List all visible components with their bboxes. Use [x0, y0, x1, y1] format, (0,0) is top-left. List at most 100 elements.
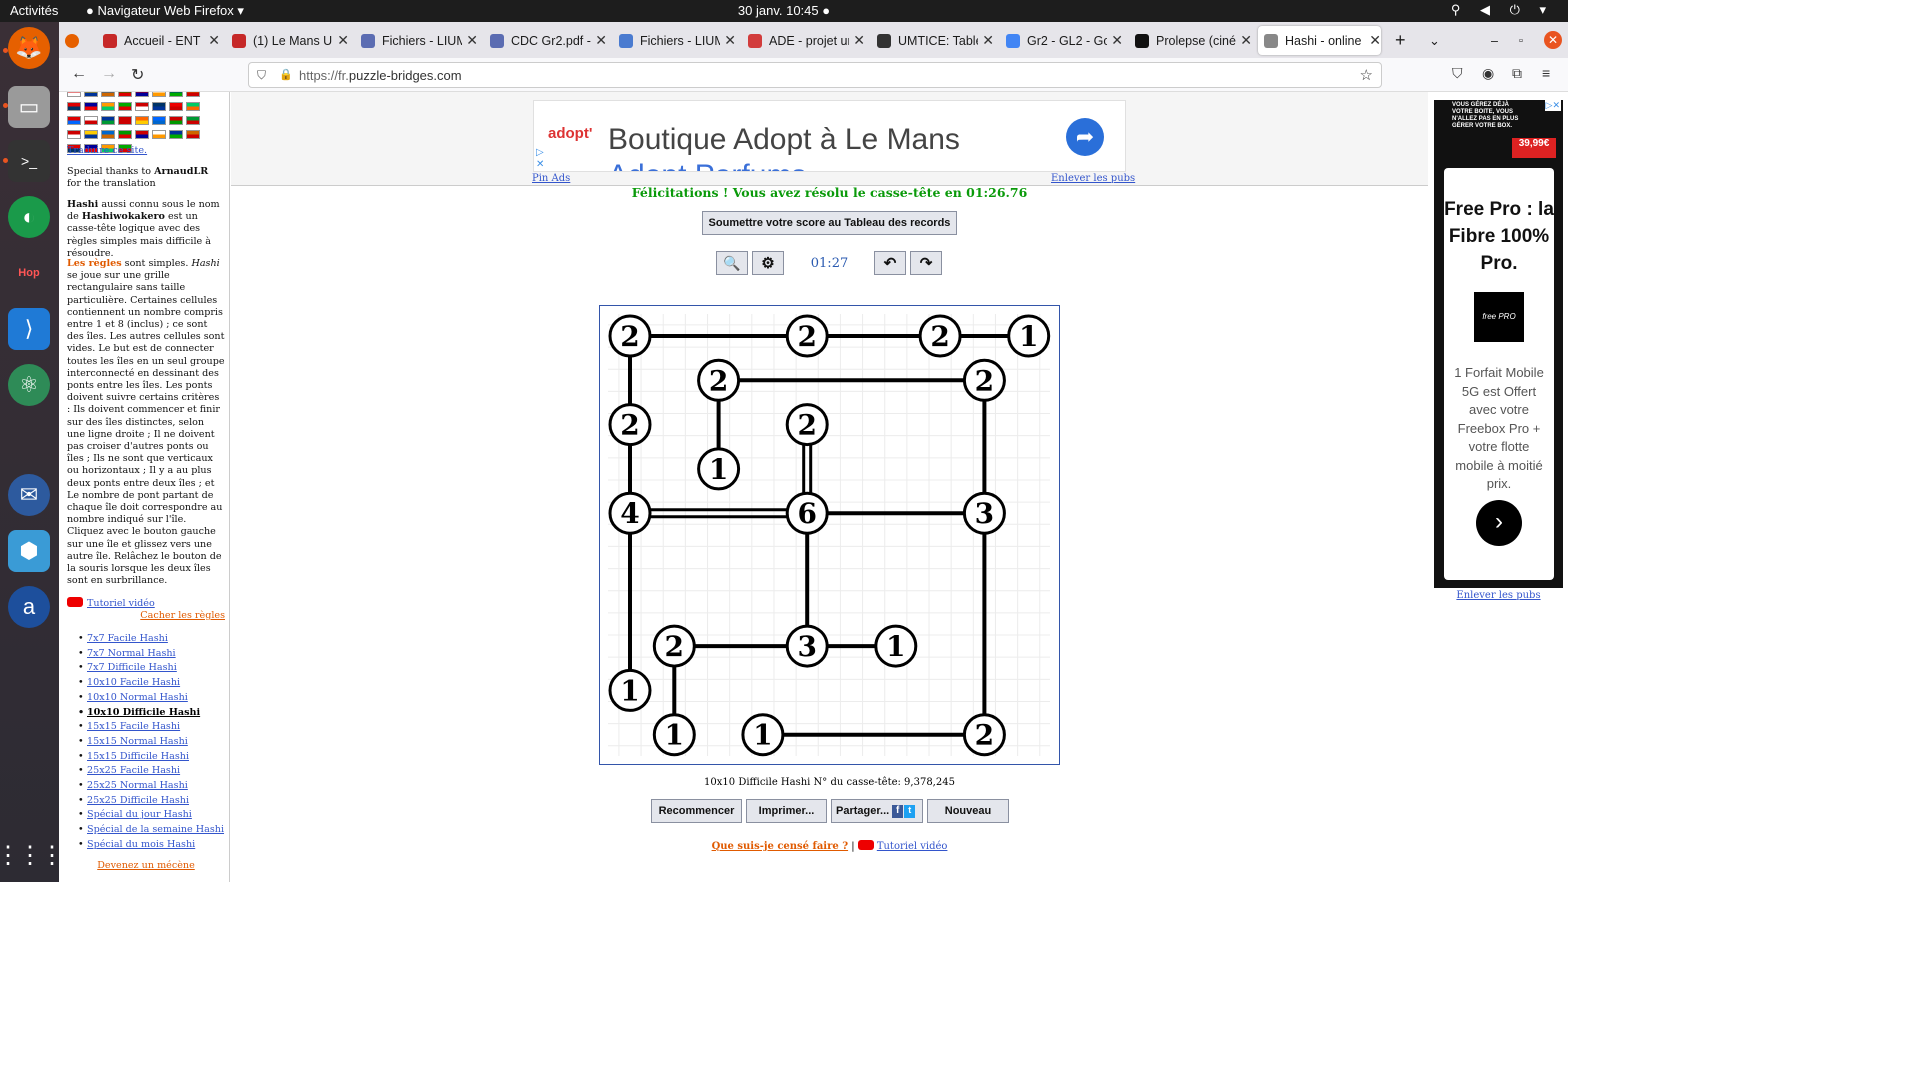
level-link[interactable]: Spécial du mois Hashi: [78, 839, 195, 850]
language-flag[interactable]: [67, 102, 81, 111]
chromium-icon[interactable]: ◐: [8, 196, 50, 238]
vscode-icon[interactable]: ⟩: [8, 308, 50, 350]
language-flag[interactable]: [67, 130, 81, 139]
zoom-button[interactable]: 🔍: [716, 251, 748, 275]
extensions-icon[interactable]: ⧉: [1512, 65, 1522, 82]
new-puzzle-button[interactable]: Nouveau: [927, 799, 1009, 823]
tab-close-icon[interactable]: ✕: [208, 32, 220, 49]
ad-close-icon[interactable]: ✕: [536, 159, 544, 170]
back-button[interactable]: ←: [71, 65, 87, 83]
language-flag[interactable]: [67, 116, 81, 125]
minimize-button[interactable]: –: [1491, 26, 1505, 55]
ad-next-arrow-icon[interactable]: ›: [1476, 500, 1522, 546]
undo-button[interactable]: ↶: [874, 251, 906, 275]
remove-ads-right-link[interactable]: Enlever les pubs: [1456, 590, 1540, 601]
language-flag[interactable]: [84, 130, 98, 139]
level-link[interactable]: 10x10 Normal Hashi: [78, 692, 188, 703]
terminal-icon[interactable]: >_: [8, 140, 50, 182]
tab-close-icon[interactable]: ✕: [1240, 32, 1252, 49]
level-link[interactable]: Spécial du jour Hashi: [78, 809, 192, 820]
what-to-do-link[interactable]: Que suis-je censé faire ?: [712, 841, 849, 852]
pocket-icon[interactable]: ⛉: [1452, 65, 1463, 82]
language-flag[interactable]: [67, 92, 81, 97]
tab-6[interactable]: ADE - projet un ✕: [742, 26, 865, 55]
tab-8[interactable]: Gr2 - GL2 - Goo✕: [1000, 26, 1123, 55]
forward-button[interactable]: →: [101, 65, 117, 83]
right-ad[interactable]: VOUS GÉREZ DÉJÀ VOTRE BOITE, VOUS N'ALLE…: [1434, 100, 1563, 588]
pin-ads-link[interactable]: Pin Ads: [532, 173, 570, 184]
language-flag[interactable]: [118, 102, 132, 111]
tab-3[interactable]: Fichiers - LIUM ✕: [355, 26, 478, 55]
print-button[interactable]: Imprimer...: [746, 799, 827, 823]
level-link[interactable]: 7x7 Facile Hashi: [78, 633, 168, 644]
language-flag[interactable]: [152, 92, 166, 97]
language-flag[interactable]: [186, 116, 200, 125]
language-flag[interactable]: [101, 130, 115, 139]
language-flag[interactable]: [169, 116, 183, 125]
reload-button[interactable]: ↻: [131, 65, 144, 85]
lock-icon[interactable]: 🔒: [279, 68, 293, 81]
level-link[interactable]: 7x7 Difficile Hashi: [78, 662, 177, 673]
redo-button[interactable]: ↷: [910, 251, 942, 275]
language-flag[interactable]: [135, 116, 149, 125]
remove-ads-link[interactable]: Enlever les pubs: [1051, 173, 1135, 184]
language-flag[interactable]: [135, 130, 149, 139]
tab-close-icon[interactable]: ✕: [595, 32, 607, 49]
level-link[interactable]: 10x10 Difficile Hashi: [78, 707, 200, 718]
url-bar[interactable]: ⛉ 🔒 https://fr.puzzle-bridges.com ☆: [248, 62, 1382, 88]
maximize-button[interactable]: ▫: [1519, 26, 1533, 55]
level-link[interactable]: 7x7 Normal Hashi: [78, 648, 176, 659]
language-flag[interactable]: [118, 130, 132, 139]
clock[interactable]: 30 janv. 10:45 ●: [0, 3, 1568, 18]
level-link[interactable]: 15x15 Normal Hashi: [78, 736, 188, 747]
tab-close-icon[interactable]: ✕: [982, 32, 994, 49]
shield-icon[interactable]: ⛉: [257, 68, 266, 83]
new-tab-button[interactable]: +: [1395, 26, 1415, 55]
language-flag[interactable]: [152, 102, 166, 111]
level-link[interactable]: 25x25 Difficile Hashi: [78, 795, 189, 806]
tab-close-icon[interactable]: ✕: [1369, 32, 1381, 49]
language-flag[interactable]: [118, 92, 132, 97]
language-flag[interactable]: [152, 130, 166, 139]
system-tray[interactable]: ⚲ ◀ ⏻ ▾: [1451, 2, 1554, 18]
language-flag[interactable]: [135, 92, 149, 97]
anki-icon[interactable]: a: [8, 586, 50, 628]
language-flag[interactable]: [84, 92, 98, 97]
tutorial-video-link[interactable]: Tutoriel vidéo: [877, 841, 948, 852]
language-flag[interactable]: [169, 92, 183, 97]
top-ad[interactable]: adopt' Boutique Adopt à Le Mans Adopt Pa…: [533, 100, 1126, 172]
language-flag[interactable]: [118, 116, 132, 125]
close-window-button[interactable]: ✕: [1544, 31, 1562, 49]
language-flag[interactable]: [186, 92, 200, 97]
restart-button[interactable]: Recommencer: [651, 799, 742, 823]
puzzle-board[interactable]: 2221222214632311112: [599, 305, 1063, 769]
level-link[interactable]: Spécial de la semaine Hashi: [78, 824, 224, 835]
patron-link[interactable]: Devenez un mécène: [67, 860, 225, 872]
menu-icon[interactable]: ≡: [1542, 65, 1550, 81]
language-flag[interactable]: [135, 102, 149, 111]
language-flag[interactable]: [186, 130, 200, 139]
atom-icon[interactable]: ⚛: [8, 364, 50, 406]
virtualbox-icon[interactable]: ⬢: [8, 530, 50, 572]
thunderbird-icon[interactable]: ✉: [8, 474, 50, 516]
language-flag[interactable]: [84, 102, 98, 111]
twitter-icon[interactable]: t: [904, 804, 916, 818]
level-link[interactable]: 25x25 Normal Hashi: [78, 780, 188, 791]
tab-4[interactable]: CDC Gr2.pdf - L ✕: [484, 26, 607, 55]
ad-directions-icon[interactable]: ➦: [1066, 118, 1104, 156]
language-flag[interactable]: [186, 102, 200, 111]
facebook-icon[interactable]: f: [892, 804, 904, 818]
language-flag[interactable]: [152, 116, 166, 125]
tab-10[interactable]: Hashi - online p ✕: [1258, 26, 1381, 55]
firefox-icon[interactable]: 🦊: [8, 27, 50, 69]
list-tabs-icon[interactable]: ⌄: [1429, 26, 1449, 55]
puzzle-grid[interactable]: 2 2 2 12 22 214 6 32 3 111 1 2: [600, 306, 1063, 769]
ad-choices-icon[interactable]: ▷✕: [1544, 100, 1561, 111]
language-flag[interactable]: [101, 116, 115, 125]
tab-5[interactable]: Fichiers - LIUM ✕: [613, 26, 736, 55]
account-icon[interactable]: ◉: [1482, 65, 1494, 82]
hide-rules-link[interactable]: Cacher les règles: [67, 610, 225, 622]
language-flag[interactable]: [101, 102, 115, 111]
tab-9[interactable]: Prolepse (ciném ✕: [1129, 26, 1252, 55]
tab-7[interactable]: UMTICE: Table ✕: [871, 26, 994, 55]
